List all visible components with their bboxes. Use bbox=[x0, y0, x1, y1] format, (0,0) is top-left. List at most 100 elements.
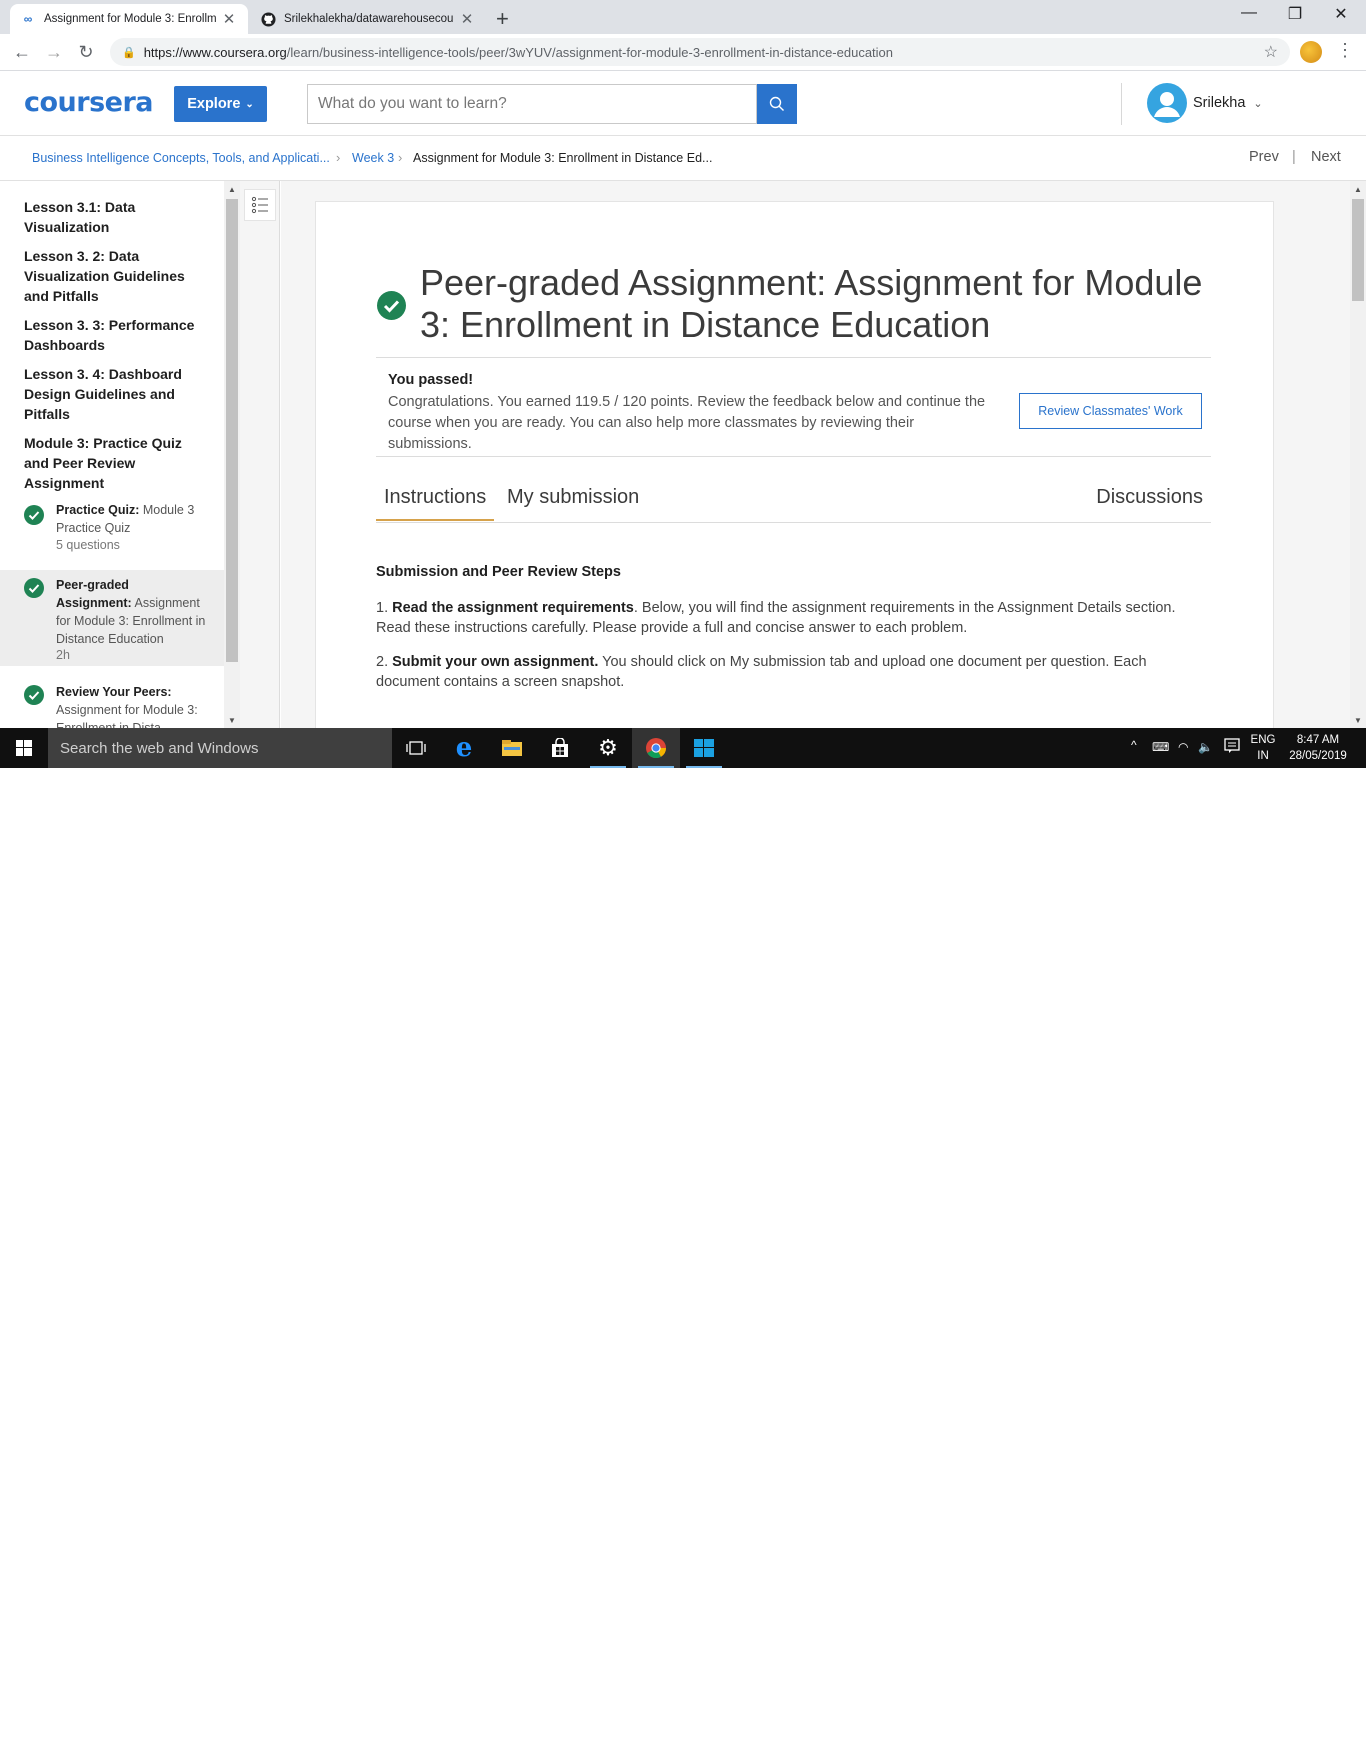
scroll-up-icon[interactable]: ▲ bbox=[1354, 185, 1362, 194]
breadcrumb-week-link[interactable]: Week 3 bbox=[352, 151, 394, 165]
scroll-down-icon[interactable]: ▼ bbox=[1354, 716, 1362, 725]
windows-logo-icon bbox=[16, 740, 32, 756]
sidebar-scroll-thumb[interactable] bbox=[226, 199, 238, 662]
explore-label: Explore bbox=[187, 96, 241, 112]
scroll-down-icon[interactable]: ▼ bbox=[228, 716, 236, 725]
close-tab-icon[interactable]: ✕ bbox=[458, 10, 476, 28]
tab-my-submission[interactable]: My submission bbox=[499, 486, 647, 519]
course-sidebar: Lesson 3.1: Data Visualization Lesson 3.… bbox=[0, 181, 224, 728]
sidebar-item-review-peers[interactable]: Review Your Peers: Assignment for Module… bbox=[0, 677, 224, 728]
file-explorer-icon[interactable] bbox=[488, 728, 536, 768]
minimize-button[interactable]: — bbox=[1226, 4, 1272, 22]
chevron-down-icon: ⌄ bbox=[1253, 98, 1263, 110]
assignment-tabs: Instructions My submission Discussions bbox=[376, 482, 1211, 523]
step-number: 1. bbox=[376, 600, 389, 616]
toc-toggle-column bbox=[240, 181, 280, 728]
taskbar-clock[interactable]: 8:47 AM 28/05/2019 bbox=[1283, 732, 1353, 764]
sidebar-scrollbar[interactable]: ▲ ▼ bbox=[224, 181, 240, 728]
show-hidden-icons[interactable]: ^ bbox=[1131, 738, 1137, 752]
back-icon[interactable]: ← bbox=[10, 42, 34, 63]
keyboard-icon[interactable]: ⌨ bbox=[1152, 740, 1169, 754]
sidebar-module-3-quiz[interactable]: Module 3: Practice Quiz and Peer Review … bbox=[24, 433, 204, 493]
search-input[interactable]: What do you want to learn? bbox=[307, 84, 757, 124]
page-scrollbar[interactable]: ▲ ▼ bbox=[1350, 181, 1366, 728]
step-bold: Read the assignment requirements bbox=[392, 600, 634, 616]
browser-tab[interactable]: Srilekhalekha/datawarehousecou ✕ bbox=[250, 4, 486, 34]
sidebar-item-peer-graded-assignment[interactable]: Peer-graded Assignment: Assignment for M… bbox=[0, 570, 224, 666]
item-type: Review Your Peers: bbox=[56, 685, 172, 699]
reload-icon[interactable]: ↻ bbox=[74, 42, 98, 63]
windows-app-icon[interactable] bbox=[680, 728, 728, 768]
prev-next-divider: | bbox=[1292, 149, 1296, 165]
site-header: coursera Explore ⌄ What do you want to l… bbox=[0, 71, 1366, 136]
close-tab-icon[interactable]: ✕ bbox=[220, 10, 238, 28]
chevron-right-icon: › bbox=[336, 150, 341, 165]
sidebar-lesson-3-3[interactable]: Lesson 3. 3: Performance Dashboards bbox=[24, 315, 204, 355]
clock-date: 28/05/2019 bbox=[1289, 750, 1347, 762]
tab-discussions[interactable]: Discussions bbox=[1088, 486, 1211, 519]
scroll-up-icon[interactable]: ▲ bbox=[228, 185, 236, 194]
sidebar-item-practice-quiz[interactable]: Practice Quiz: Module 3 Practice Quiz 5 … bbox=[0, 501, 224, 553]
forward-icon[interactable]: → bbox=[42, 42, 66, 63]
coursera-logo[interactable]: coursera bbox=[24, 87, 154, 118]
new-tab-button[interactable]: + bbox=[496, 6, 509, 32]
toc-toggle-button[interactable] bbox=[244, 189, 276, 221]
sidebar-lesson-3-1[interactable]: Lesson 3.1: Data Visualization bbox=[24, 197, 204, 237]
sidebar-lesson-3-4[interactable]: Lesson 3. 4: Dashboard Design Guidelines… bbox=[24, 364, 204, 424]
tab-title: Srilekhalekha/datawarehousecou bbox=[284, 13, 454, 25]
start-button[interactable] bbox=[0, 728, 48, 768]
volume-icon[interactable]: 🔈 bbox=[1198, 740, 1213, 754]
restore-button[interactable]: ❐ bbox=[1272, 4, 1318, 24]
prev-link[interactable]: Prev bbox=[1249, 149, 1279, 165]
page-scroll-thumb[interactable] bbox=[1352, 199, 1364, 301]
task-view-icon[interactable] bbox=[392, 728, 440, 768]
taskbar-search-input[interactable]: Search the web and Windows bbox=[48, 728, 392, 768]
breadcrumb-current: Assignment for Module 3: Enrollment in D… bbox=[413, 151, 713, 165]
address-bar[interactable]: 🔒 https://www.coursera.org/learn/busines… bbox=[110, 38, 1290, 66]
close-window-button[interactable]: ✕ bbox=[1318, 4, 1364, 24]
search-button[interactable] bbox=[757, 84, 797, 124]
lock-icon: 🔒 bbox=[122, 46, 136, 59]
breadcrumb-course-link[interactable]: Business Intelligence Concepts, Tools, a… bbox=[32, 151, 330, 165]
tab-instructions[interactable]: Instructions bbox=[376, 486, 495, 521]
extension-icon[interactable] bbox=[1300, 41, 1322, 63]
item-meta: 5 questions bbox=[56, 538, 120, 552]
settings-icon[interactable]: ⚙ bbox=[584, 728, 632, 768]
browser-tab-active[interactable]: ∞ Assignment for Module 3: Enrollm ✕ bbox=[10, 4, 248, 34]
chevron-right-icon: › bbox=[398, 150, 403, 165]
notifications-icon[interactable] bbox=[1224, 738, 1240, 757]
store-icon[interactable] bbox=[536, 728, 584, 768]
passed-heading: You passed! bbox=[388, 372, 474, 388]
clock-time: 8:47 AM bbox=[1296, 734, 1340, 746]
step-paragraph: 2. Submit your own assignment. You shoul… bbox=[376, 652, 1206, 692]
browser-tab-strip: ∞ Assignment for Module 3: Enrollm ✕ Sri… bbox=[0, 0, 1366, 34]
passed-check-icon bbox=[377, 291, 406, 320]
passed-message: Congratulations. You earned 119.5 / 120 … bbox=[388, 394, 986, 452]
main-content: Peer-graded Assignment: Assignment for M… bbox=[281, 181, 1350, 728]
item-name: Assignment for Module 3: Enrollment in D… bbox=[56, 703, 198, 728]
url-host: https://www.coursera.org bbox=[143, 44, 287, 60]
github-icon bbox=[260, 11, 276, 27]
list-icon bbox=[251, 196, 268, 214]
username: Srilekha bbox=[1193, 95, 1246, 111]
chevron-down-icon: ⌄ bbox=[245, 98, 254, 110]
sidebar-lesson-3-2[interactable]: Lesson 3. 2: Data Visualization Guidelin… bbox=[24, 246, 204, 306]
review-classmates-button[interactable]: Review Classmates' Work bbox=[1019, 393, 1202, 429]
divider bbox=[376, 357, 1211, 358]
coursera-favicon-icon: ∞ bbox=[23, 12, 33, 26]
screen: ∞ Assignment for Module 3: Enrollm ✕ Sri… bbox=[0, 0, 1366, 768]
edge-icon[interactable]: e bbox=[440, 728, 488, 768]
windows-taskbar: Search the web and Windows e ⚙ ^ ⌨ ◠ 🔈 E… bbox=[0, 728, 1366, 768]
input-language[interactable]: ENG IN bbox=[1248, 732, 1278, 764]
bookmark-star-icon[interactable]: ☆ bbox=[1264, 42, 1278, 62]
page-title: Peer-graded Assignment: Assignment for M… bbox=[420, 262, 1203, 345]
lang-code: ENG bbox=[1250, 734, 1276, 746]
user-menu[interactable]: Srilekha ⌄ bbox=[1193, 95, 1263, 111]
explore-button[interactable]: Explore ⌄ bbox=[174, 86, 267, 122]
browser-menu-icon[interactable]: ⋮ bbox=[1336, 40, 1354, 61]
chrome-icon[interactable] bbox=[632, 728, 680, 768]
avatar[interactable] bbox=[1147, 83, 1187, 123]
next-link[interactable]: Next bbox=[1311, 149, 1341, 165]
divider bbox=[376, 456, 1211, 457]
wifi-icon[interactable]: ◠ bbox=[1178, 740, 1188, 754]
